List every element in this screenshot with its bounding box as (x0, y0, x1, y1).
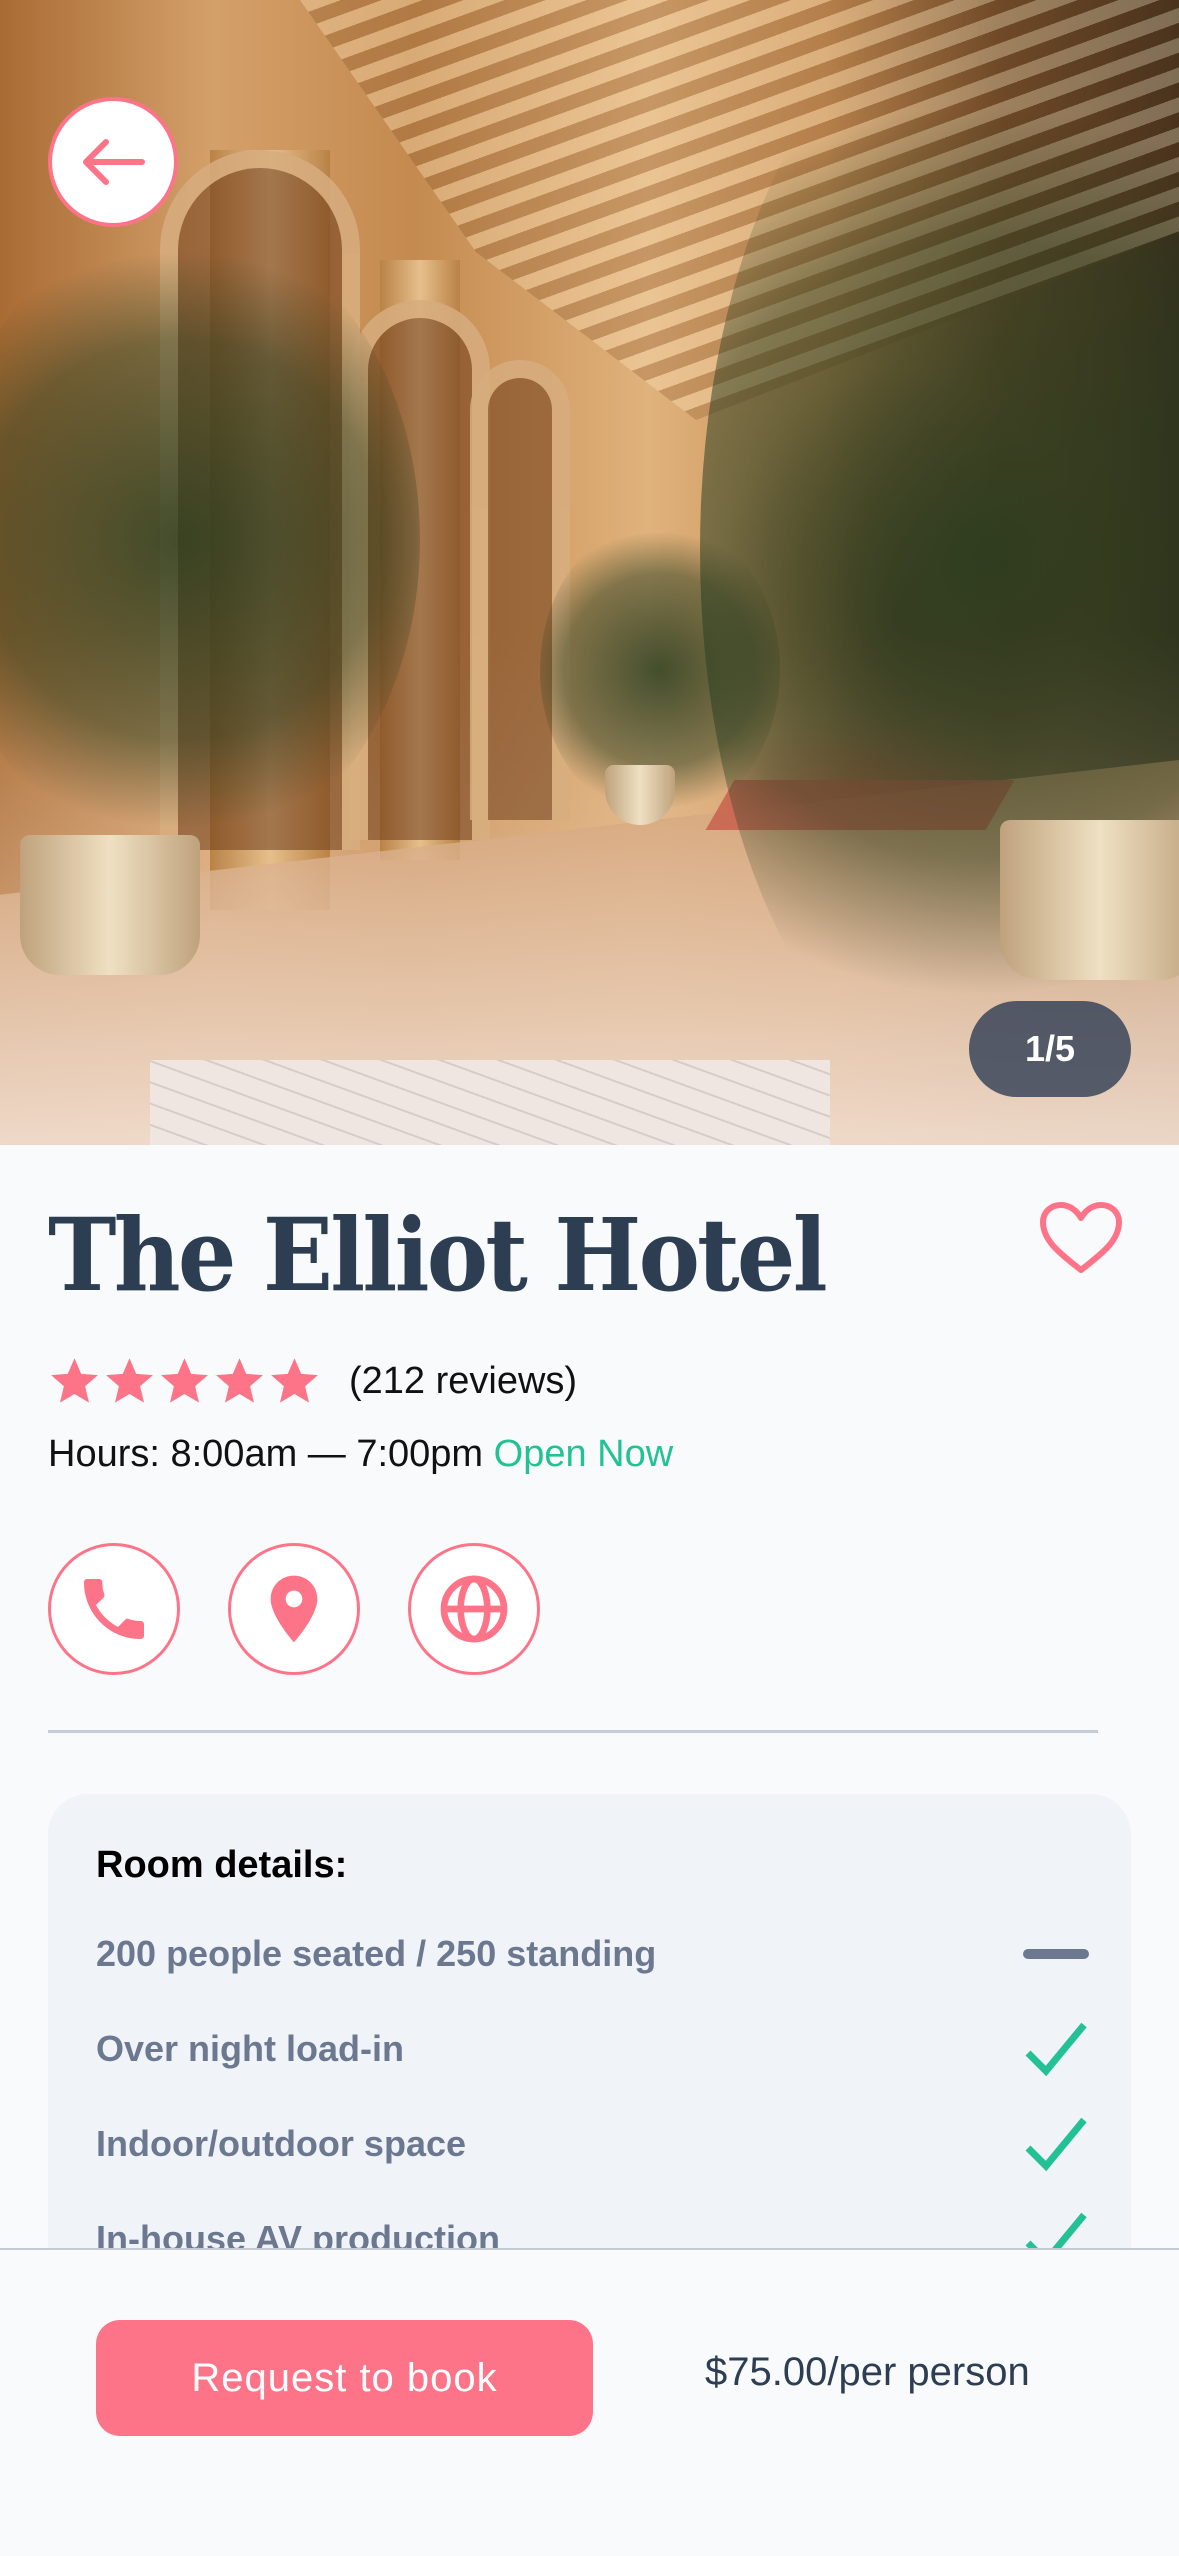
image-counter: 1/5 (969, 1001, 1131, 1097)
star-icon (161, 1358, 208, 1403)
venue-title: The Elliot Hotel (48, 1196, 828, 1314)
image-counter-text: 1/5 (1024, 1028, 1076, 1069)
request-to-book-button[interactable]: Request to book (96, 2320, 593, 2436)
detail-label: Indoor/outdoor space (96, 2123, 467, 2164)
rating-row: (212 reviews) (48, 1355, 577, 1407)
website-button[interactable] (408, 1543, 540, 1675)
dash-icon (1021, 1924, 1091, 1984)
booking-footer: Request to book $75.00/per person (0, 2248, 1179, 2556)
globe-icon (440, 1575, 508, 1643)
contact-actions (48, 1543, 540, 1675)
star-icon (51, 1358, 98, 1403)
star-icon (106, 1358, 153, 1403)
check-icon (1021, 2019, 1091, 2079)
detail-row: Over night load-in (96, 2019, 1091, 2079)
section-divider (48, 1730, 1098, 1733)
detail-label: Over night load-in (96, 2028, 405, 2069)
hero-pot (1000, 820, 1179, 980)
room-details-card: Room details: 200 people seated / 250 st… (48, 1794, 1131, 2314)
phone-icon (84, 1579, 144, 1639)
open-status: Open Now (493, 1433, 674, 1475)
hours-row: Hours: 8:00am — 7:00pm Open Now (48, 1433, 673, 1476)
arrow-left-icon (83, 139, 145, 185)
detail-label: 200 people seated / 250 standing (96, 1933, 657, 1974)
star-icon (216, 1358, 263, 1403)
call-button[interactable] (48, 1543, 180, 1675)
detail-row: 200 people seated / 250 standing (96, 1924, 1091, 1984)
star-rating (48, 1355, 321, 1407)
location-button[interactable] (228, 1543, 360, 1675)
favorite-heart-icon[interactable] (1038, 1200, 1124, 1276)
hours-text: Hours: 8:00am — 7:00pm (48, 1433, 484, 1475)
hero-pot (20, 835, 200, 975)
reviews-count[interactable]: (212 reviews) (349, 1360, 577, 1403)
map-pin-icon (270, 1575, 318, 1643)
check-icon (1021, 2114, 1091, 2174)
back-button[interactable] (48, 97, 178, 227)
star-icon (271, 1358, 318, 1403)
detail-row: Indoor/outdoor space (96, 2114, 1091, 2174)
hero-arch (470, 360, 570, 820)
price-label: $75.00/per person (705, 2350, 1030, 2394)
hero-image[interactable]: 1/5 (0, 0, 1179, 1145)
room-details-title: Room details: (96, 1844, 348, 1886)
hero-marble (150, 1060, 830, 1145)
